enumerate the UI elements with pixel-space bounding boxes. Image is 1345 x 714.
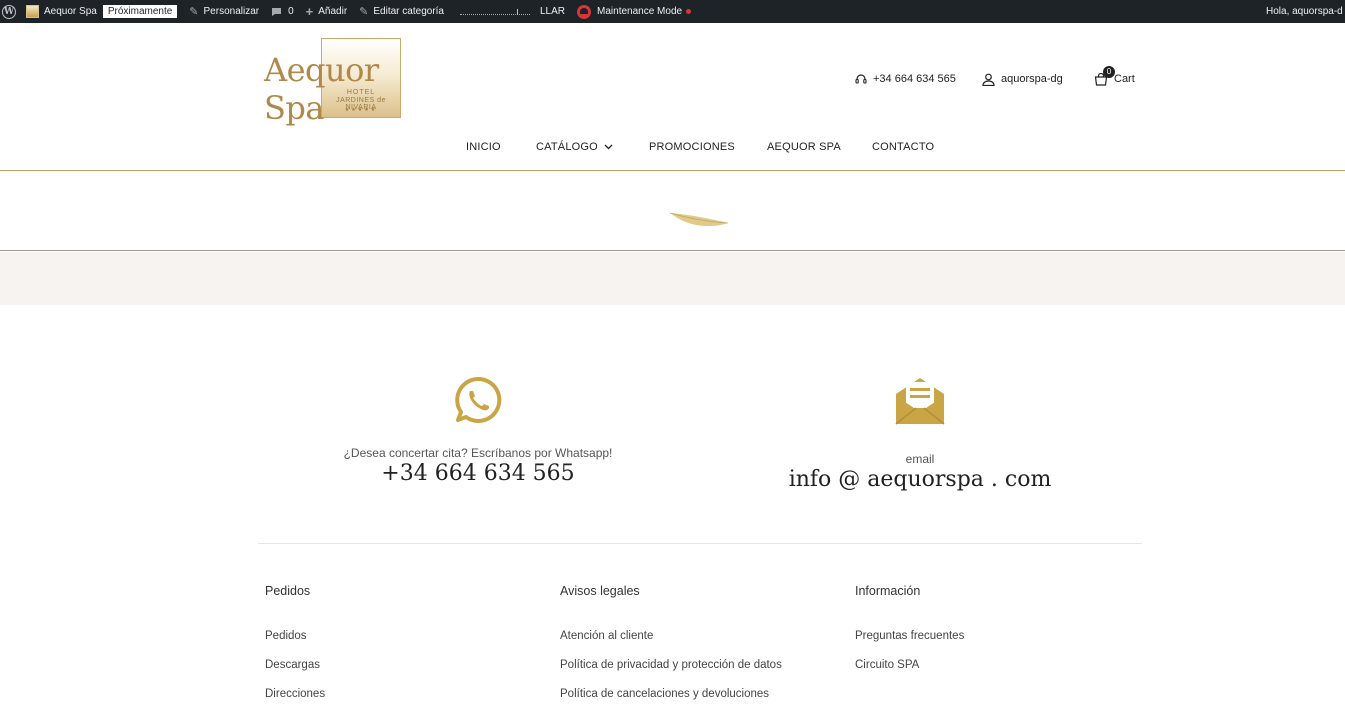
footer-link[interactable]: Descargas bbox=[265, 659, 325, 688]
comments-link[interactable]: 0 bbox=[265, 0, 300, 23]
cart-label: Cart bbox=[1114, 73, 1135, 85]
main-navigation: INICIO CATÁLOGO PROMOCIONES AEQUOR SPA C… bbox=[0, 141, 1345, 159]
phone-link[interactable]: +34 664 634 565 bbox=[855, 71, 956, 87]
site-name: Aequor Spa bbox=[44, 6, 97, 17]
account-link[interactable]: aquorspa-dg bbox=[982, 71, 1063, 87]
email-caption: email bbox=[905, 452, 935, 466]
account-greeting[interactable]: Hola, aquorspa-d bbox=[1266, 0, 1343, 23]
site-icon bbox=[26, 5, 39, 18]
footer-link[interactable]: Política de cancelaciones y devoluciones bbox=[560, 688, 782, 714]
wordpress-icon: W bbox=[2, 4, 16, 19]
footer-link[interactable]: Pedidos bbox=[265, 630, 325, 659]
maintenance-icon bbox=[577, 4, 592, 19]
footer-column-pedidos: Pedidos Pedidos Descargas Direcciones bbox=[265, 584, 325, 714]
footer-column-informacion: Información Preguntas frecuentes Circuit… bbox=[855, 584, 964, 688]
footer-link[interactable]: Preguntas frecuentes bbox=[855, 630, 964, 659]
footer-link[interactable]: Direcciones bbox=[265, 688, 325, 714]
nav-item-label: CONTACTO bbox=[872, 141, 935, 153]
llar-label: LLAR bbox=[540, 6, 566, 17]
nav-item-promociones[interactable]: PROMOCIONES bbox=[649, 141, 735, 153]
page-hero bbox=[0, 172, 1345, 251]
cart-link[interactable]: 0 Cart bbox=[1094, 65, 1135, 87]
add-new-label: Añadir bbox=[318, 6, 348, 17]
nav-item-label: INICIO bbox=[466, 141, 501, 153]
envelope-icon[interactable] bbox=[892, 372, 948, 428]
account-name: aquorspa-dg bbox=[1001, 73, 1063, 85]
footer-column-avisos-legales: Avisos legales Atención al cliente Polít… bbox=[560, 584, 782, 714]
footer-link-list: Preguntas frecuentes Circuito SPA bbox=[855, 630, 964, 688]
plus-icon: + bbox=[305, 4, 314, 19]
footer-divider bbox=[258, 543, 1142, 544]
site-logo[interactable]: Aequor Spa HOTEL JARDINES de NIVARIA ★★★… bbox=[264, 37, 436, 127]
edit-category-label: Editar categoría bbox=[373, 6, 444, 17]
footer-heading: Pedidos bbox=[265, 584, 311, 598]
user-icon bbox=[982, 73, 995, 86]
whatsapp-caption: ¿Desea concertar cita? Escríbanos por Wh… bbox=[343, 446, 613, 460]
footer-link-list: Atención al cliente Política de privacid… bbox=[560, 630, 782, 714]
cart-count-badge: 0 bbox=[1103, 65, 1115, 78]
greeting-label: Hola, aquorspa-d bbox=[1266, 6, 1343, 17]
nav-item-label: CATÁLOGO bbox=[536, 141, 598, 153]
maintenance-label: Maintenance Mode bbox=[597, 6, 683, 17]
footer-link[interactable]: Circuito SPA bbox=[855, 659, 964, 688]
customize-link[interactable]: ✎ Personalizar bbox=[183, 0, 265, 23]
headset-icon bbox=[855, 74, 867, 84]
whatsapp-number[interactable]: +34 664 634 565 bbox=[318, 461, 638, 486]
nav-item-inicio[interactable]: INICIO bbox=[466, 141, 501, 153]
site-header: Aequor Spa HOTEL JARDINES de NIVARIA ★★★… bbox=[0, 23, 1345, 171]
site-name-link[interactable]: Aequor Spa Próximamente bbox=[22, 0, 183, 23]
status-badge: Próximamente bbox=[102, 5, 178, 18]
comments-count: 0 bbox=[288, 6, 294, 17]
footer-link[interactable]: Política de privacidad y protección de d… bbox=[560, 659, 782, 688]
email-contact: email info @ aequorspa . com bbox=[760, 372, 1080, 492]
footer-heading: Información bbox=[855, 584, 921, 598]
cart-icon-wrap: 0 bbox=[1094, 65, 1115, 86]
brush-icon: ✎ bbox=[189, 6, 199, 18]
hero-band bbox=[0, 252, 1345, 305]
wordpress-menu[interactable]: W bbox=[0, 0, 22, 23]
footer-heading: Avisos legales bbox=[560, 584, 640, 598]
nav-item-label: AEQUOR SPA bbox=[767, 141, 841, 153]
nav-item-catalogo[interactable]: CATÁLOGO bbox=[536, 141, 613, 153]
footer-link[interactable]: Atención al cliente bbox=[560, 630, 782, 659]
comment-icon bbox=[272, 7, 282, 16]
phone-number: +34 664 634 565 bbox=[873, 73, 956, 85]
maintenance-mode-link[interactable]: Maintenance Mode bbox=[571, 0, 697, 23]
pencil-icon: ✎ bbox=[359, 6, 369, 18]
nav-item-contacto[interactable]: CONTACTO bbox=[872, 141, 934, 153]
maintenance-status-dot bbox=[686, 9, 692, 14]
logo-line-1: HOTEL bbox=[346, 89, 376, 96]
edit-category-link[interactable]: ✎ Editar categoría bbox=[353, 0, 450, 23]
llar-menu[interactable]: LLAR bbox=[450, 0, 571, 23]
logo-stars: ★★★★★ bbox=[344, 107, 378, 113]
nav-item-aequor-spa[interactable]: AEQUOR SPA bbox=[767, 141, 841, 153]
feather-icon bbox=[669, 212, 729, 227]
nav-item-label: PROMOCIONES bbox=[649, 141, 735, 153]
chevron-down-icon bbox=[604, 144, 613, 150]
admin-bar: W Aequor Spa Próximamente ✎ Personalizar… bbox=[0, 0, 1345, 23]
customize-label: Personalizar bbox=[203, 6, 260, 17]
add-new-link[interactable]: + Añadir bbox=[300, 0, 354, 23]
whatsapp-contact: ¿Desea concertar cita? Escríbanos por Wh… bbox=[318, 376, 638, 486]
whatsapp-icon[interactable] bbox=[454, 376, 502, 424]
email-address[interactable]: info @ aequorspa . com bbox=[760, 467, 1080, 492]
llar-indicator bbox=[460, 8, 530, 15]
footer-link-list: Pedidos Descargas Direcciones bbox=[265, 630, 325, 714]
